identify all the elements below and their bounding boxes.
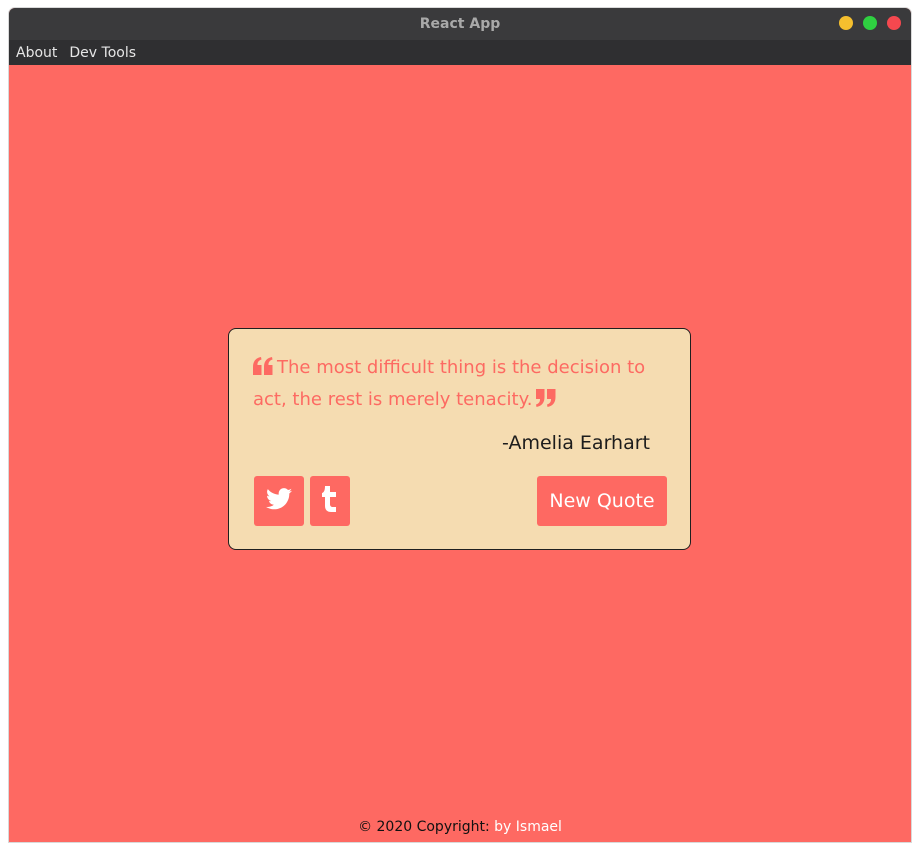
- app-window: React App About Dev Tools The most diffi…: [9, 8, 911, 842]
- window-title: React App: [419, 16, 501, 32]
- new-quote-button[interactable]: New Quote: [537, 476, 667, 526]
- quote-box: The most difficult thing is the decision…: [228, 328, 691, 550]
- quote-author: -Amelia Earhart: [502, 432, 650, 454]
- minimize-button[interactable]: [839, 16, 853, 30]
- quote-text-container: The most difficult thing is the decision…: [253, 353, 663, 417]
- twitter-icon: [266, 488, 292, 514]
- copyright-text: © 2020 Copyright:: [358, 819, 490, 835]
- quote-right-icon: [536, 387, 556, 417]
- menu-item-about[interactable]: About: [16, 45, 57, 61]
- author-link[interactable]: by Ismael: [494, 819, 562, 835]
- tumblr-icon: [322, 486, 338, 516]
- menu-item-dev-tools[interactable]: Dev Tools: [69, 45, 136, 61]
- footer: © 2020 Copyright: by Ismael: [9, 819, 911, 835]
- title-bar[interactable]: React App: [9, 8, 911, 40]
- tumblr-button[interactable]: [310, 476, 350, 526]
- main-content: The most difficult thing is the decision…: [9, 65, 911, 842]
- maximize-button[interactable]: [863, 16, 877, 30]
- window-controls: [839, 16, 901, 30]
- quote-text: The most difficult thing is the decision…: [253, 357, 646, 410]
- tweet-button[interactable]: [254, 476, 304, 526]
- close-button[interactable]: [887, 16, 901, 30]
- quote-left-icon: [253, 355, 273, 385]
- menu-bar: About Dev Tools: [9, 40, 911, 65]
